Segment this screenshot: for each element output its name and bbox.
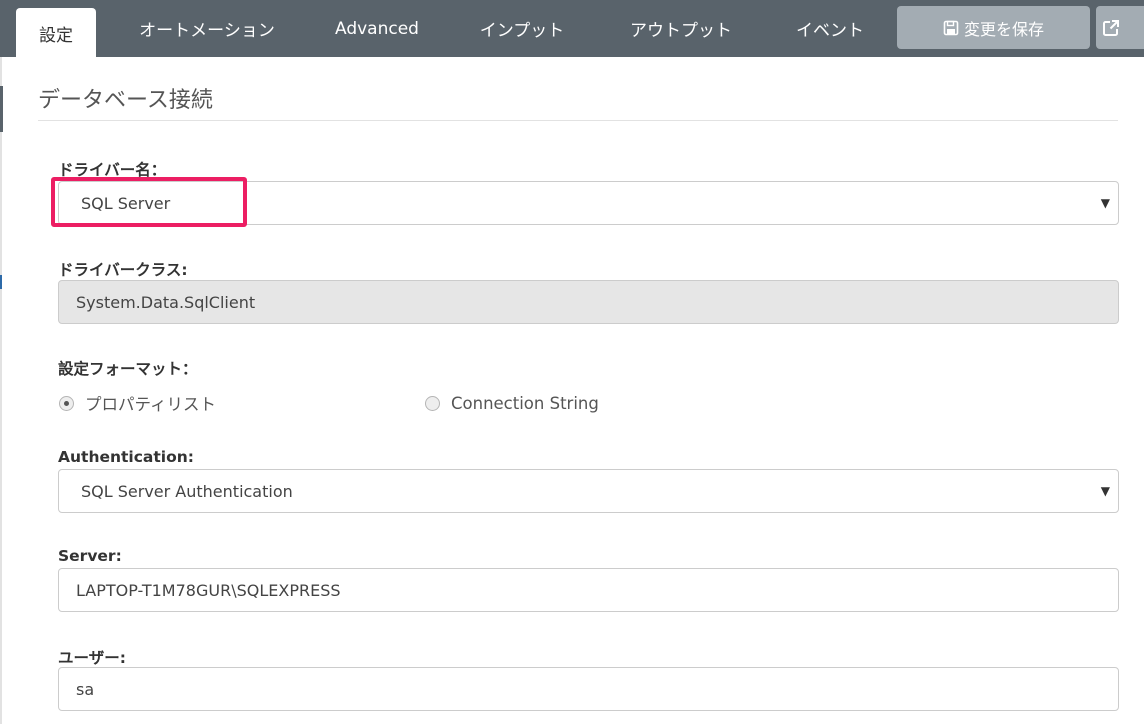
driver-class-label: ドライバークラス: — [58, 261, 188, 279]
left-edge-marker — [0, 86, 3, 132]
section-divider — [38, 120, 1118, 121]
tab-output[interactable]: アウトプット — [608, 0, 754, 57]
format-option-property-list[interactable]: プロパティリスト — [59, 390, 216, 416]
tab-automation[interactable]: オートメーション — [118, 0, 296, 57]
user-input[interactable]: sa — [58, 667, 1119, 711]
driver-class-field: System.Data.SqlClient — [58, 280, 1119, 324]
driver-name-value: SQL Server — [81, 193, 171, 213]
authentication-select[interactable]: SQL Server Authentication ▼ — [58, 469, 1119, 513]
server-input[interactable]: LAPTOP-T1M78GUR\SQLEXPRESS — [58, 568, 1119, 612]
driver-name-select[interactable]: SQL Server ▼ — [58, 181, 1119, 225]
tab-settings[interactable]: 設定 — [16, 8, 96, 58]
server-value: LAPTOP-T1M78GUR\SQLEXPRESS — [76, 580, 341, 600]
driver-class-value: System.Data.SqlClient — [76, 292, 256, 312]
user-label: ユーザー: — [58, 649, 126, 667]
tab-input[interactable]: インプット — [458, 0, 586, 57]
floppy-disk-icon — [943, 20, 959, 35]
format-option-label: プロパティリスト — [85, 395, 217, 414]
settings-page: 設定 オートメーション Advanced インプット アウトプット イベント 変… — [0, 0, 1144, 724]
tab-events[interactable]: イベント — [776, 0, 884, 57]
dropdown-caret-icon: ▼ — [1100, 484, 1110, 498]
radio-button-checked[interactable] — [59, 395, 74, 411]
save-changes-button[interactable]: 変更を保存 — [897, 6, 1090, 49]
format-option-label: Connection String — [451, 393, 599, 413]
user-value: sa — [76, 679, 95, 699]
save-button-label: 変更を保存 — [963, 19, 1044, 39]
authentication-label: Authentication: — [58, 448, 194, 466]
tab-advanced[interactable]: Advanced — [318, 0, 436, 57]
radio-button[interactable] — [425, 395, 440, 411]
external-link-icon — [1103, 19, 1119, 36]
section-title: データベース接続 — [38, 88, 213, 113]
left-edge-accent — [0, 275, 2, 289]
authentication-value: SQL Server Authentication — [81, 481, 293, 501]
open-external-button[interactable] — [1096, 6, 1144, 49]
server-label: Server: — [58, 547, 122, 565]
left-edge-divider — [0, 57, 2, 724]
driver-name-label: ドライバー名： — [58, 161, 167, 179]
format-option-connection-string[interactable]: Connection String — [425, 390, 599, 416]
format-label: 設定フォーマット： — [58, 360, 198, 378]
dropdown-caret-icon: ▼ — [1100, 196, 1110, 210]
tab-bar: 設定 オートメーション Advanced インプット アウトプット イベント 変… — [0, 0, 1144, 58]
